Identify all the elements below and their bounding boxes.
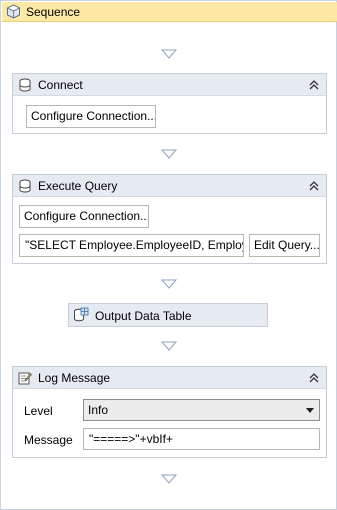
log-message-title: Log Message bbox=[38, 371, 111, 385]
sequence-icon bbox=[6, 4, 21, 19]
output-data-table-activity[interactable]: Output Data Table bbox=[68, 303, 268, 327]
level-select[interactable]: Info bbox=[83, 399, 320, 421]
connect-activity[interactable]: Connect Configure Connection... bbox=[12, 73, 327, 134]
log-message-header: Log Message bbox=[13, 367, 326, 389]
drop-arrow-icon bbox=[161, 341, 177, 351]
chevron-down-icon bbox=[306, 408, 314, 413]
drop-arrow-icon bbox=[161, 49, 177, 59]
connect-configure-button[interactable]: Configure Connection... bbox=[26, 105, 156, 128]
connect-title: Connect bbox=[38, 78, 83, 92]
sequence-header[interactable]: Sequence bbox=[2, 2, 337, 22]
sequence-container: Sequence Connect Configure Connection... bbox=[0, 0, 337, 510]
collapse-icon[interactable] bbox=[308, 79, 320, 91]
execute-query-title: Execute Query bbox=[38, 179, 118, 193]
message-input[interactable]: "=====>"+vbIf+ bbox=[83, 428, 320, 450]
message-label: Message bbox=[24, 433, 73, 447]
data-table-icon bbox=[74, 307, 89, 322]
drop-arrow-icon bbox=[161, 149, 177, 159]
connect-header: Connect bbox=[13, 74, 326, 96]
level-value: Info bbox=[88, 403, 109, 417]
level-label: Level bbox=[24, 404, 53, 418]
database-icon bbox=[19, 179, 31, 193]
log-message-icon bbox=[18, 372, 32, 385]
drop-arrow-icon bbox=[161, 279, 177, 289]
log-message-activity[interactable]: Log Message Level Info Message "=====>"+… bbox=[12, 366, 327, 458]
query-input[interactable]: "SELECT Employee.EmployeeID, Employe bbox=[19, 234, 244, 257]
collapse-icon[interactable] bbox=[308, 180, 320, 192]
edit-query-button[interactable]: Edit Query... bbox=[249, 234, 320, 257]
collapse-icon[interactable] bbox=[308, 372, 320, 384]
sequence-title: Sequence bbox=[26, 5, 81, 19]
drop-arrow-icon bbox=[161, 474, 177, 484]
execute-query-header: Execute Query bbox=[13, 175, 326, 197]
output-data-table-label: Output Data Table bbox=[95, 309, 192, 323]
database-icon bbox=[19, 78, 31, 92]
execute-query-activity[interactable]: Execute Query Configure Connection... "S… bbox=[12, 174, 327, 264]
execute-query-configure-button[interactable]: Configure Connection... bbox=[19, 205, 149, 228]
